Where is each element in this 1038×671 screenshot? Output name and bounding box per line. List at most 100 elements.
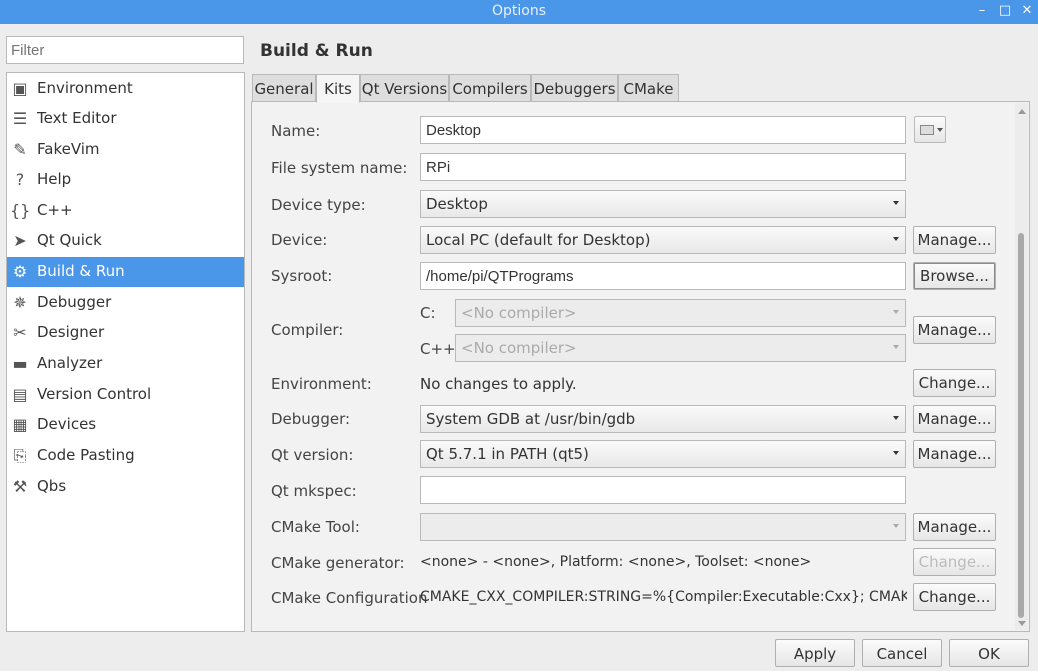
tab-compilers[interactable]: Compilers [449, 74, 531, 102]
category-label: Help [37, 170, 72, 188]
category-code-pasting[interactable]: ⎘ Code Pasting [7, 441, 244, 471]
qt-mkspec-field[interactable] [420, 476, 906, 504]
category-qbs[interactable]: ⚒ Qbs [7, 472, 244, 502]
help-icon: ? [15, 170, 25, 189]
sysroot-browse-button[interactable]: Browse... [913, 262, 996, 290]
chevron-down-icon [893, 201, 899, 205]
designer-icon: ✂ [13, 323, 27, 342]
tab-kits[interactable]: Kits [316, 74, 360, 103]
device-type-value: Desktop [426, 195, 488, 213]
vertical-scrollbar[interactable] [1015, 103, 1028, 630]
environment-value: No changes to apply. [420, 375, 577, 393]
cmake-tool-manage-button[interactable]: Manage... [913, 513, 996, 541]
tab-qt-versions[interactable]: Qt Versions [360, 74, 449, 102]
tab-cmake[interactable]: CMake [618, 74, 679, 102]
scroll-down-icon[interactable] [1018, 621, 1026, 626]
chevron-down-icon [893, 416, 899, 420]
category-label: C++ [37, 201, 73, 219]
compiler-cxx-combo[interactable]: <No compiler> [455, 334, 906, 362]
analyzer-icon: ▬ [12, 354, 28, 373]
chevron-down-icon [893, 451, 899, 455]
compiler-c-combo[interactable]: <No compiler> [455, 299, 906, 327]
environment-label: Environment: [271, 375, 372, 393]
category-label: Designer [37, 323, 105, 341]
qt-mkspec-label: Qt mkspec: [271, 482, 357, 500]
fs-name-label: File system name: [271, 159, 408, 177]
minimize-icon[interactable]: – [974, 3, 990, 19]
category-devices[interactable]: ▦ Devices [7, 410, 244, 440]
category-help[interactable]: ? Help [7, 165, 244, 195]
tab-general[interactable]: General [252, 74, 316, 102]
category-fakevim[interactable]: ✎ FakeVim [7, 135, 244, 165]
version-control-icon: ▤ [12, 385, 28, 404]
chevron-down-icon [893, 310, 899, 314]
fs-name-field[interactable] [420, 153, 906, 181]
category-label: FakeVim [37, 140, 100, 158]
category-label: Devices [37, 415, 97, 433]
ok-button[interactable]: OK [949, 639, 1029, 667]
filter-input[interactable] [6, 36, 244, 64]
debugger-value: System GDB at /usr/bin/gdb [426, 410, 636, 428]
text-editor-icon: ☰ [12, 109, 28, 128]
cmake-tool-combo[interactable] [420, 513, 906, 541]
category-qt-quick[interactable]: ➤ Qt Quick [7, 226, 244, 256]
category-cpp[interactable]: {} C++ [7, 196, 244, 226]
environment-change-button[interactable]: Change... [913, 369, 996, 397]
window-titlebar: Options – □ ✕ [0, 0, 1038, 24]
debugger-combo[interactable]: System GDB at /usr/bin/gdb [420, 405, 906, 433]
category-designer[interactable]: ✂ Designer [7, 318, 244, 348]
cmake-generator-label: CMake generator: [271, 554, 405, 572]
close-icon[interactable]: ✕ [1019, 3, 1035, 19]
qt-version-label: Qt version: [271, 446, 354, 464]
name-label: Name: [271, 122, 321, 140]
device-label: Device: [271, 231, 328, 249]
debugger-manage-button[interactable]: Manage... [913, 405, 996, 433]
kit-icon-button[interactable] [914, 116, 946, 143]
category-environment[interactable]: ▣ Environment [7, 74, 244, 104]
chevron-down-icon [893, 237, 899, 241]
category-label: Code Pasting [37, 446, 135, 464]
qt-version-combo[interactable]: Qt 5.7.1 in PATH (qt5) [420, 440, 906, 468]
cmake-config-value: CMAKE_CXX_COMPILER:STRING=%{Compiler:Exe… [420, 589, 907, 605]
cpp-braces-icon: {} [10, 201, 31, 220]
device-combo[interactable]: Local PC (default for Desktop) [420, 226, 906, 254]
category-label: Qt Quick [37, 231, 102, 249]
category-debugger[interactable]: ✵ Debugger [7, 288, 244, 318]
category-label: Environment [37, 79, 133, 97]
build-run-icon: ⚙ [12, 262, 28, 281]
cmake-tool-label: CMake Tool: [271, 518, 360, 536]
category-label: Analyzer [37, 354, 103, 372]
device-type-combo[interactable]: Desktop [420, 190, 906, 218]
chevron-down-icon [893, 524, 899, 528]
apply-button[interactable]: Apply [775, 639, 855, 667]
device-type-label: Device type: [271, 196, 366, 214]
name-field[interactable] [420, 116, 906, 144]
category-version-control[interactable]: ▤ Version Control [7, 380, 244, 410]
category-label: Debugger [37, 293, 112, 311]
hammer-icon: ⚒ [12, 477, 28, 496]
maximize-icon[interactable]: □ [997, 3, 1013, 19]
category-build-run[interactable]: ⚙ Build & Run [7, 257, 244, 287]
tab-debuggers[interactable]: Debuggers [531, 74, 618, 102]
compiler-c-label: C: [420, 304, 436, 322]
debugger-icon: ✵ [13, 293, 27, 312]
cmake-config-change-button[interactable]: Change... [913, 583, 996, 611]
category-label: Build & Run [37, 262, 125, 280]
qt-quick-icon: ➤ [13, 231, 27, 250]
page-title: Build & Run [260, 41, 373, 61]
compiler-manage-button[interactable]: Manage... [913, 316, 996, 344]
category-label: Text Editor [37, 109, 117, 127]
device-manage-button[interactable]: Manage... [913, 226, 996, 254]
cmake-generator-change-button[interactable]: Change... [913, 548, 996, 576]
scroll-up-icon[interactable] [1018, 109, 1026, 114]
cancel-button[interactable]: Cancel [862, 639, 942, 667]
sysroot-field[interactable] [420, 262, 906, 290]
qt-version-manage-button[interactable]: Manage... [913, 440, 996, 468]
scrollbar-thumb[interactable] [1018, 233, 1024, 618]
debugger-label: Debugger: [271, 410, 351, 428]
cmake-config-label: CMake Configuration [271, 589, 428, 607]
compiler-c-value: <No compiler> [461, 304, 577, 322]
category-text-editor[interactable]: ☰ Text Editor [7, 104, 244, 134]
category-list: ▣ Environment ☰ Text Editor ✎ FakeVim ? … [6, 72, 245, 632]
category-analyzer[interactable]: ▬ Analyzer [7, 349, 244, 379]
